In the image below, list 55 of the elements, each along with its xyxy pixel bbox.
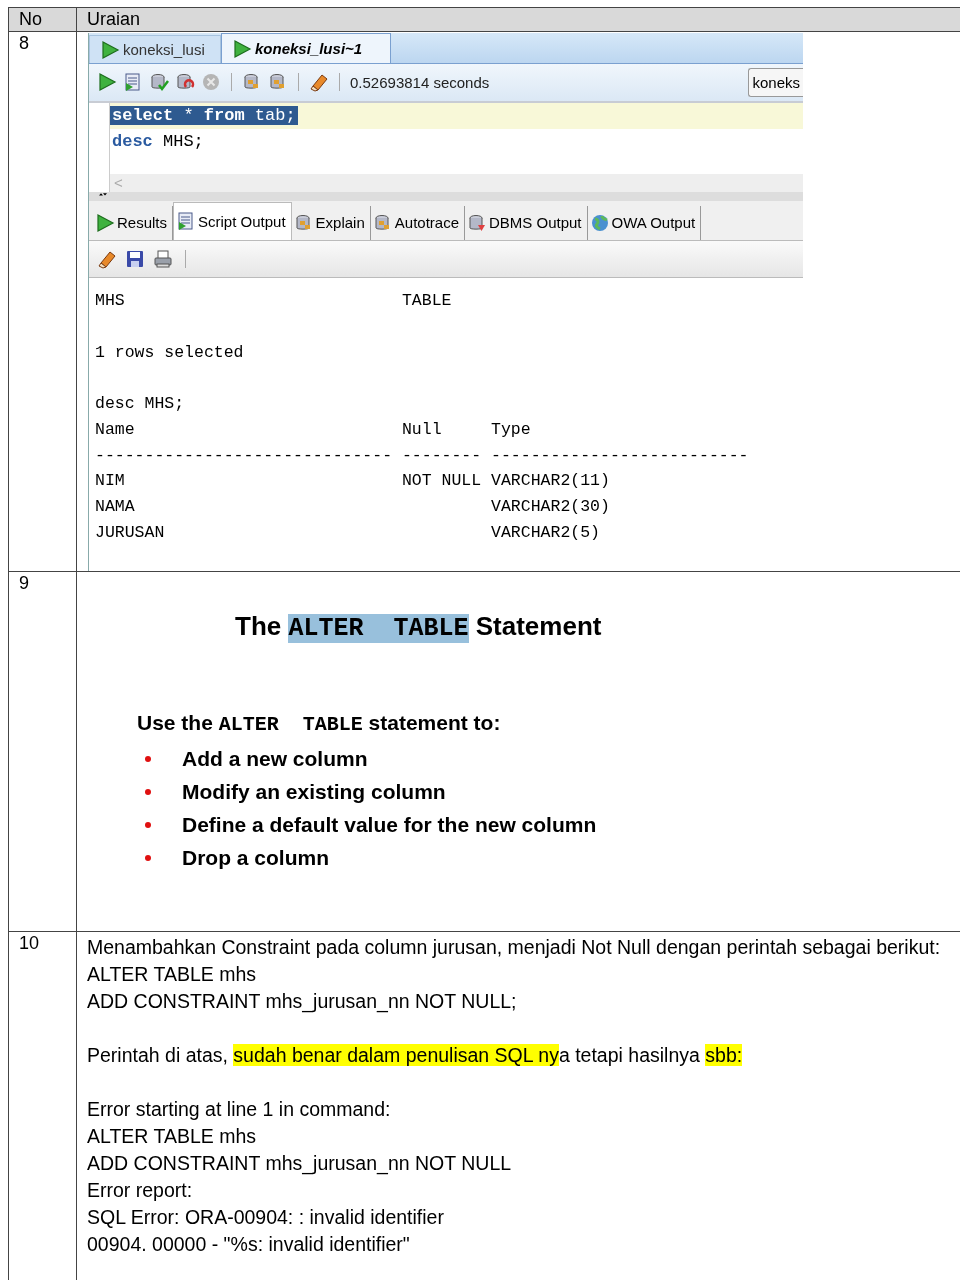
output-line: ------------------------------ -------- -------------------------- (95, 445, 749, 465)
code-line: desc MHS; (111, 132, 205, 152)
output-line: NAMA VARCHAR2(30) (95, 496, 610, 516)
text-line: Menambahkan Constraint pada column jurusan, menjadi Not Null dengan perintah sebagai berikut: (87, 935, 942, 960)
column-header: Uraian (76, 7, 960, 32)
slide-intro: Use the ALTER TABLE statement to: (137, 711, 501, 734)
results-tab-icon[interactable] (95, 212, 115, 233)
text-line: SQL Error: ORA-00904: : invalid identifier (87, 1205, 445, 1230)
output-tab[interactable]: DBMS Output (465, 205, 588, 240)
globe-icon[interactable] (589, 212, 610, 233)
output-line: JURUSAN VARCHAR2(5) (95, 522, 600, 542)
row-number: 9 (8, 571, 77, 932)
document-tab[interactable]: koneksi_lusi~1 (221, 33, 391, 63)
output-tab[interactable]: Script Output (173, 201, 292, 240)
output-tab[interactable]: OWA Output (587, 205, 702, 240)
text-line: Error starting at line 1 in command: (87, 1097, 392, 1122)
bullet-text: Modify an existing column (182, 779, 446, 804)
commit-icon[interactable] (149, 72, 169, 93)
run-script-icon[interactable] (123, 72, 143, 93)
text-line: ALTER TABLE mhs (87, 1124, 258, 1149)
row-number: 8 (8, 31, 77, 572)
dbms-output-icon[interactable] (467, 212, 487, 233)
output-tab[interactable]: Autotrace (370, 205, 465, 240)
output-line: Name Null Type (95, 419, 531, 439)
row-number: 10 (8, 931, 77, 1280)
bullet-icon (145, 788, 151, 795)
output-line: NIM NOT NULL VARCHAR2(11) (95, 471, 610, 491)
save-icon[interactable] (125, 249, 145, 270)
execution-time: 0.52693814 seconds (350, 73, 490, 91)
play-icon[interactable] (100, 39, 120, 60)
run-icon[interactable] (97, 72, 117, 93)
text-line: Error report: (87, 1178, 194, 1203)
output-line: desc MHS; (95, 394, 185, 414)
bullet-text: Drop a column (182, 845, 329, 870)
document-tab[interactable]: koneksi_lusi (89, 35, 221, 63)
play-icon[interactable] (232, 38, 252, 59)
bullet-text: Define a default value for the new column (182, 812, 597, 837)
text-line: ADD CONSTRAINT mhs_jurusan_nn NOT NULL (87, 1151, 513, 1177)
output-line: MHS TABLE (95, 291, 452, 311)
clear-icon[interactable] (97, 249, 117, 270)
print-icon[interactable] (153, 249, 173, 270)
bullet-icon (145, 755, 151, 762)
eraser-icon[interactable] (309, 72, 329, 93)
bullet-text: Add a new column (182, 746, 368, 771)
text-line: ADD CONSTRAINT mhs_jurusan_nn NOT NULL; (87, 989, 518, 1015)
slide-title: The ALTER TABLE Statement (235, 611, 602, 641)
connection-dropdown[interactable]: koneks (748, 67, 803, 97)
output-line: 1 rows selected (95, 342, 244, 362)
output-tab[interactable]: Explain (291, 205, 371, 240)
text-line: 00904. 00000 - "%s: invalid identifier" (87, 1232, 411, 1257)
bullet-icon (145, 854, 151, 861)
bullet-icon (145, 821, 151, 828)
sql-editor[interactable]: select * from tab; desc MHS; < (89, 100, 803, 192)
column-header: No (8, 7, 77, 32)
text-line: ALTER TABLE mhs (87, 962, 258, 987)
